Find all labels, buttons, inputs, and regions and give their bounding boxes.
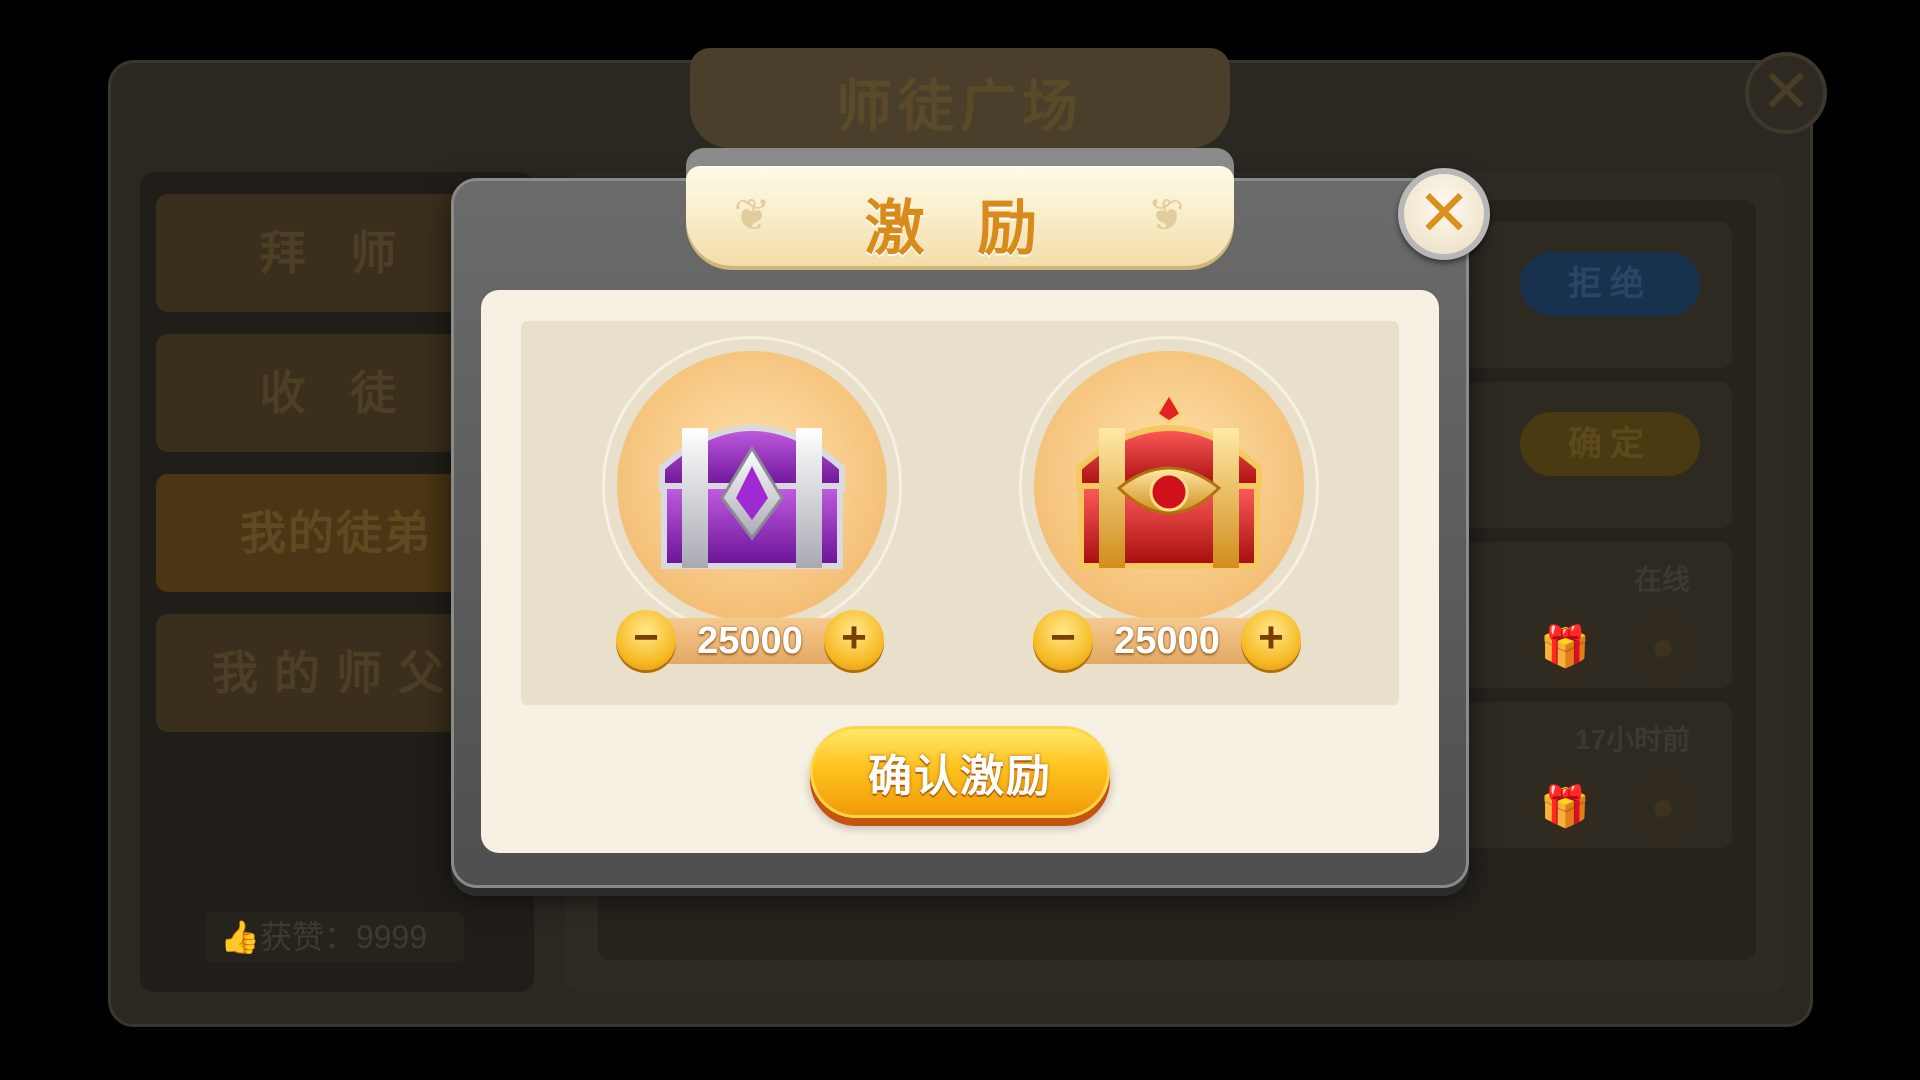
background-close-icon: ✕ <box>1745 52 1827 134</box>
purple-chest-icon[interactable] <box>642 388 862 578</box>
ok-button: 确定 <box>1520 412 1700 476</box>
background-title: 师徒广场 <box>836 75 1084 138</box>
online-status: 在线 <box>1634 564 1691 595</box>
pumpkin-icon: ● <box>1628 772 1698 842</box>
gift-icon: 🎁 <box>1530 772 1600 842</box>
likes-counter: 👍获赞：9999 <box>206 912 464 962</box>
close-icon[interactable]: ✕ <box>1398 168 1490 260</box>
confirm-reward-label[interactable]: 确认激励 <box>810 740 1110 804</box>
pumpkin-icon: ● <box>1628 612 1698 682</box>
chest-quantity-stepper: 25000 − + <box>1033 610 1301 670</box>
plus-button[interactable]: + <box>1241 610 1301 670</box>
time-ago: 17小时前 <box>1575 724 1691 755</box>
plus-button[interactable]: + <box>824 610 884 670</box>
chest-quantity-stepper: 25000 − + <box>616 610 884 670</box>
minus-button[interactable]: − <box>616 610 676 670</box>
reject-button: 拒绝 <box>1520 252 1700 316</box>
gift-icon: 🎁 <box>1530 612 1600 682</box>
modal-title: 激 励 <box>864 195 1056 262</box>
red-chest-icon[interactable] <box>1059 388 1279 578</box>
minus-button[interactable]: − <box>1033 610 1093 670</box>
